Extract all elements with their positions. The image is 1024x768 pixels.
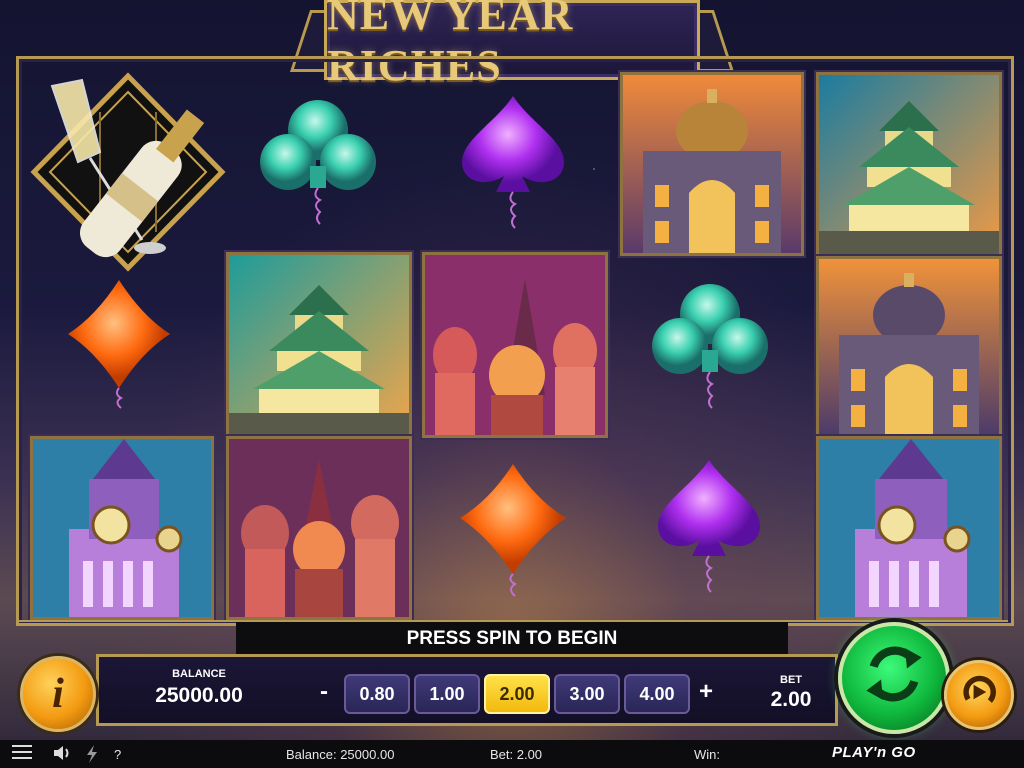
symbol-club-balloon	[650, 280, 770, 420]
status-bet: Bet: 2.00	[490, 747, 543, 762]
message-text: PRESS SPIN TO BEGIN	[406, 628, 618, 649]
symbol-diamond-balloon	[64, 276, 174, 412]
balance-value: 25000.00	[155, 684, 243, 707]
lightning-icon[interactable]	[86, 745, 98, 766]
symbol-palace	[816, 256, 1002, 440]
bet-option-chip[interactable]: 4.00	[624, 674, 690, 714]
symbol-cathedral	[226, 436, 412, 620]
hamburger-menu-icon[interactable]	[12, 744, 32, 763]
bet-label: BET	[780, 674, 802, 686]
symbol-castle	[226, 252, 412, 438]
spin-button[interactable]	[838, 622, 950, 734]
symbol-club-balloon	[258, 96, 378, 236]
status-win: Win:	[694, 747, 720, 762]
bet-display: BET 2.00	[746, 668, 836, 712]
speaker-icon[interactable]	[52, 745, 72, 764]
status-balance: Balance: 25000.00	[286, 747, 395, 762]
symbol-champagne	[30, 72, 226, 272]
spin-arrows-icon	[866, 646, 922, 702]
bet-option-chip[interactable]: 0.80	[344, 674, 410, 714]
panel-deco-left	[16, 620, 236, 656]
bet-option-chip[interactable]: 1.00	[414, 674, 480, 714]
balance-display: BALANCE 25000.00	[104, 660, 294, 716]
bet-decrease-button[interactable]: -	[312, 672, 336, 712]
symbol-clock-tower	[30, 436, 214, 620]
message-bar: PRESS SPIN TO BEGIN	[236, 620, 788, 656]
help-button[interactable]: ?	[114, 747, 121, 762]
symbol-diamond-balloon	[456, 460, 570, 600]
info-button[interactable]: i	[20, 656, 96, 732]
symbol-spade-balloon	[652, 456, 766, 596]
bet-option-chip[interactable]: 3.00	[554, 674, 620, 714]
symbol-castle	[816, 72, 1002, 258]
autoplay-icon	[963, 675, 996, 703]
autoplay-button[interactable]	[944, 660, 1014, 730]
bet-increase-button[interactable]: +	[694, 672, 718, 712]
balance-label: BALANCE	[172, 668, 226, 680]
symbol-clock-tower	[816, 436, 1002, 620]
symbol-spade-balloon	[456, 92, 570, 232]
game-stage: NEW YEAR RICHES PRESS SPIN TO BEGIN i BA…	[0, 0, 1024, 768]
bet-option-chip-selected[interactable]: 2.00	[484, 674, 550, 714]
symbol-palace	[620, 72, 804, 256]
info-icon: i	[52, 671, 64, 717]
symbol-cathedral	[422, 252, 608, 438]
provider-logo: PLAY'n GO	[832, 744, 916, 761]
bet-value: 2.00	[770, 688, 812, 711]
